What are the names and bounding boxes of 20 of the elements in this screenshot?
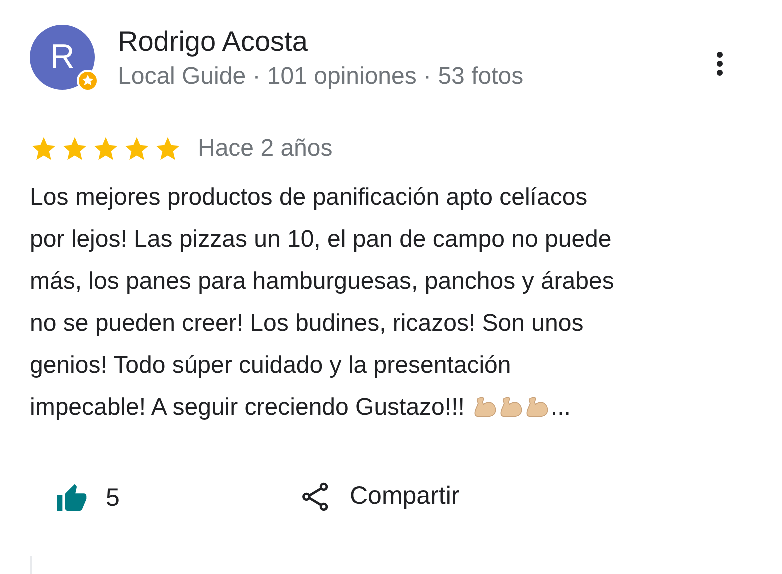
avatar[interactable]: R xyxy=(30,25,95,90)
local-guide-badge-icon xyxy=(77,70,99,92)
review-text-line: genios! Todo súper cuidado y la presentación xyxy=(30,351,512,381)
like-count: 5 xyxy=(106,483,120,514)
star-icon xyxy=(123,135,151,163)
star-icon xyxy=(61,135,89,163)
review-text-line: impecable! A seguir creciendo Gustazo!!! xyxy=(30,393,465,423)
reviewer-stats: Local Guide · 101 opiniones · 53 fotos xyxy=(118,62,524,92)
review-time: Hace 2 años xyxy=(198,134,333,164)
more-options-icon[interactable] xyxy=(716,51,724,77)
review-text-line: Los mejores productos de panificación apto celíacos xyxy=(30,183,588,213)
star-icon xyxy=(92,135,120,163)
review-text-line: no se pueden creer! Los budines, ricazos! Son unos xyxy=(30,309,584,339)
star-icon xyxy=(154,135,182,163)
review-text-line: más, los panes para hamburguesas, panchos y árabes xyxy=(30,267,614,297)
share-button[interactable]: Compartir xyxy=(300,478,460,516)
review-text-line: por lejos! Las pizzas un 10, el pan de campo no puede xyxy=(30,225,612,255)
reviewer-name[interactable]: Rodrigo Acosta xyxy=(118,25,524,59)
read-more-ellipsis[interactable]: ... xyxy=(550,387,571,429)
star-icon xyxy=(30,135,58,163)
